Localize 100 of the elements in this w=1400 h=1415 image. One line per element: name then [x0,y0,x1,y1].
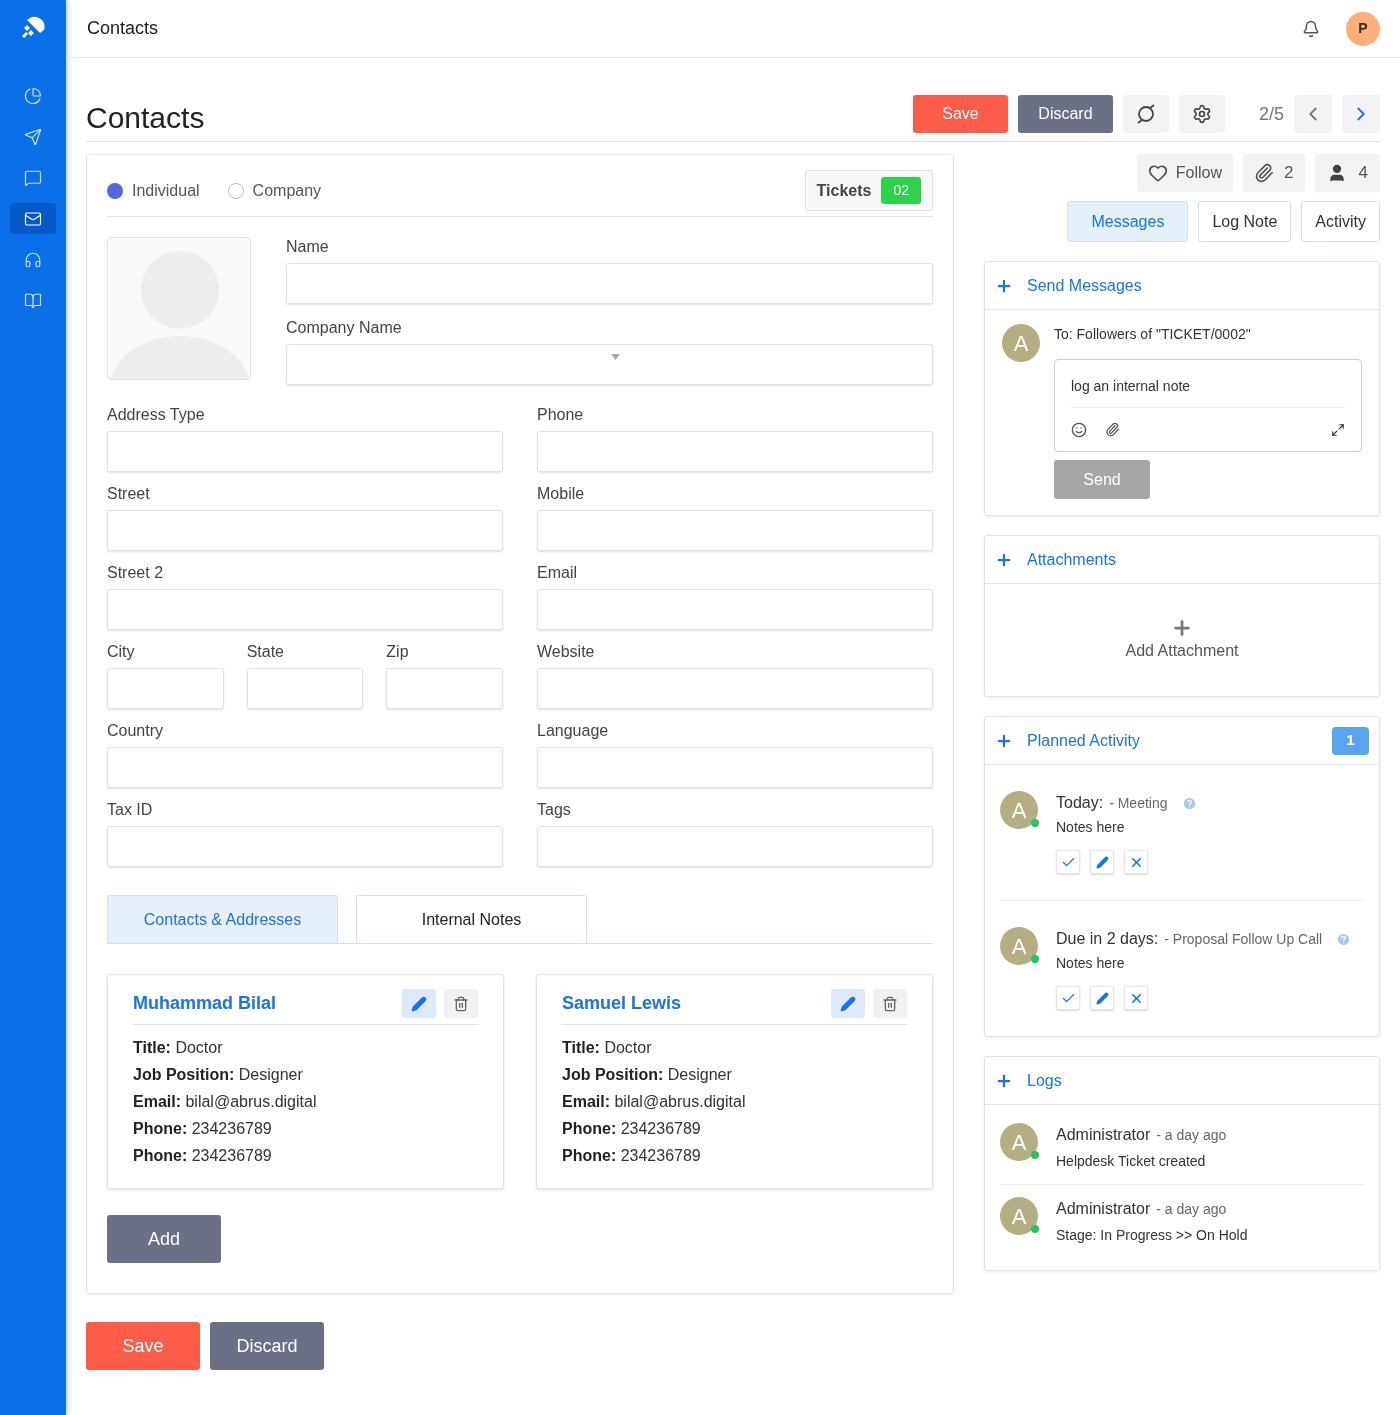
log-message: Stage: In Progress >> On Hold [1056,1226,1248,1245]
done-button[interactable] [1056,986,1080,1010]
text-field[interactable] [537,826,933,867]
section-title[interactable]: Planned Activity [1027,728,1140,753]
text-field[interactable] [537,589,933,630]
contact-name[interactable]: Muhammad Bilal [133,990,277,1017]
contact-detail: Title: Doctor [562,1038,653,1058]
field-label: Email [537,563,578,583]
delete-button[interactable] [873,989,907,1018]
text-field[interactable] [246,668,364,709]
text-field[interactable] [107,589,503,630]
followers-button[interactable]: 4 [1314,154,1380,192]
previous-button[interactable] [1294,95,1332,133]
log-time: - a day ago [1156,1199,1227,1219]
field-label: Street [107,484,151,504]
field-label: Tax ID [107,800,154,820]
dropdown-caret-icon [611,354,620,360]
edit-button[interactable] [402,989,436,1018]
contact-detail: Phone: 234236789 [133,1146,273,1166]
chatter-tab[interactable]: Messages [1067,201,1189,242]
text-field[interactable] [107,668,224,709]
contact-detail: Phone: 234236789 [562,1146,702,1166]
edit-button[interactable] [1090,986,1114,1010]
tickets-button[interactable]: Tickets 02 [804,170,933,211]
radio-option[interactable]: Individual [107,178,200,203]
help-icon[interactable] [1181,795,1197,811]
pencil-icon [411,995,427,1012]
chat-icon [24,168,42,187]
field-label: Website [537,642,596,662]
text-field[interactable] [286,344,933,385]
log-author: Administrator [1056,1125,1151,1145]
text-field[interactable] [537,431,933,472]
sync-button[interactable] [1122,95,1169,133]
form-tab[interactable]: Contacts & Addresses [107,895,338,943]
text-field[interactable] [537,747,933,788]
plus-icon [1171,617,1193,639]
log-message: Helpdesk Ticket created [1056,1152,1207,1171]
text-field[interactable] [107,747,503,788]
count-badge: 1 [1332,726,1369,755]
chatter-tab[interactable]: Log Note [1198,201,1292,242]
cancel-button[interactable] [1124,986,1148,1010]
field-label: State [246,642,285,662]
field-label: Language [537,721,610,741]
expand-icon[interactable] [1331,422,1345,437]
text-field[interactable] [286,263,933,304]
chatter-tab[interactable]: Activity [1301,201,1380,242]
contact-name[interactable]: Samuel Lewis [562,990,682,1017]
section-title[interactable]: Attachments [1027,547,1116,572]
form-tab[interactable]: Internal Notes [356,895,587,943]
section-title[interactable]: Logs [1027,1068,1062,1093]
message-field[interactable]: log an internal note [1071,376,1345,407]
edit-button[interactable] [1090,850,1114,874]
page-title: Contacts [86,103,205,133]
help-icon[interactable] [1336,931,1352,947]
cancel-button[interactable] [1124,850,1148,874]
emoji-icon[interactable] [1071,421,1087,438]
discard-button[interactable]: Discard [1017,95,1113,133]
recipient-text: To: Followers of "TICKET/0002" [1054,325,1252,344]
activity-due: Due in 2 days: [1056,929,1159,949]
pencil-icon [840,995,856,1012]
field-label: Name [286,237,330,257]
section-title[interactable]: Send Messages [1027,273,1142,298]
notification-bell-icon[interactable] [1302,19,1320,38]
mail-icon [24,209,42,228]
text-field[interactable] [537,668,933,709]
log-author: Administrator [1056,1199,1151,1219]
contact-detail: Email: bilal@abrus.digital [133,1092,318,1112]
book-icon [24,291,42,310]
delete-button[interactable] [444,989,478,1018]
user-avatar: A [1000,927,1038,965]
attachments-button[interactable]: 2 [1243,154,1305,192]
add-button[interactable]: Add [107,1215,221,1263]
field-label: Address Type [107,405,206,425]
add-attachment-button[interactable]: Add Attachment [1125,584,1239,696]
activity-due: Today: [1056,793,1104,813]
paperclip-icon [1254,163,1275,183]
sidebar-item[interactable] [10,203,56,234]
save-button[interactable]: Save [912,95,1008,133]
text-field[interactable] [537,510,933,551]
user-avatar[interactable]: P [1346,11,1380,46]
pencil-icon [1095,855,1109,869]
done-button[interactable] [1056,850,1080,874]
field-label: City [107,642,136,662]
user-avatar: A [1000,1197,1038,1235]
field-label: Zip [386,642,410,662]
next-button[interactable] [1342,95,1380,133]
activity-note: Notes here [1056,818,1126,837]
text-field[interactable] [107,431,503,472]
text-field[interactable] [107,510,503,551]
settings-button[interactable] [1178,95,1225,133]
save-button[interactable]: Save [86,1322,200,1370]
text-field[interactable] [107,826,503,867]
follow-button[interactable]: Follow [1136,154,1234,192]
message-editor[interactable]: log an internal note [1054,359,1362,452]
field-label: Country [107,721,165,741]
text-field[interactable] [386,668,503,709]
discard-button[interactable]: Discard [210,1322,324,1370]
paperclip-icon[interactable] [1105,422,1120,437]
edit-button[interactable] [831,989,865,1018]
radio-option[interactable]: Company [227,178,322,203]
